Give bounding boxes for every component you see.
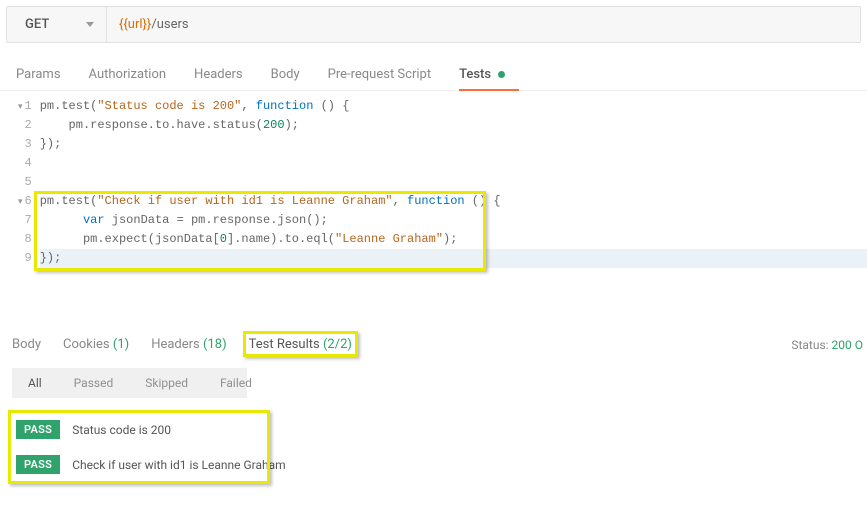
test-results-list: PASS Status code is 200 PASS Check if us…: [12, 412, 855, 482]
filter-passed[interactable]: Passed: [58, 368, 130, 398]
pass-badge: PASS: [16, 455, 60, 474]
request-tabs: Params Authorization Headers Body Pre-re…: [0, 67, 867, 91]
code-lines: pm.test("Status code is 200", function (…: [40, 97, 867, 329]
tab-authorization[interactable]: Authorization: [89, 67, 167, 90]
tab-headers[interactable]: Headers: [194, 67, 243, 90]
tab-tests[interactable]: Tests: [459, 67, 505, 90]
filter-skipped[interactable]: Skipped: [129, 368, 204, 398]
url-input[interactable]: {{url}}/users: [107, 7, 860, 42]
unsaved-dot-icon: [498, 71, 505, 78]
tab-tests-label: Tests: [459, 67, 491, 82]
url-variable: {{url}}: [119, 17, 151, 32]
chevron-down-icon: [86, 22, 94, 27]
ltab-cookies-count: (1): [113, 337, 129, 352]
results-filter-bar: All Passed Skipped Failed: [12, 368, 247, 398]
tab-params[interactable]: Params: [16, 67, 61, 90]
code-editor[interactable]: ▾1 2 3 4 5 ▾6 7 8 9 pm.test("Status code…: [0, 91, 867, 329]
status-label: Status:: [791, 338, 828, 352]
test-result-row: PASS Status code is 200: [12, 412, 855, 447]
url-path: /users: [151, 17, 188, 32]
response-tabs: Body Cookies (1) Headers (18) Test Resul…: [12, 337, 352, 352]
filter-failed[interactable]: Failed: [204, 368, 268, 398]
ltab-test-results-count: (2/2): [323, 337, 352, 352]
ltab-headers-count: (18): [203, 337, 227, 352]
test-result-name: Status code is 200: [72, 423, 171, 437]
status-text: Status: 200 O: [791, 338, 863, 352]
status-value: 200 O: [832, 338, 863, 352]
ltab-cookies[interactable]: Cookies (1): [63, 337, 129, 352]
method-label: GET: [25, 17, 49, 32]
ltab-cookies-label: Cookies: [63, 337, 110, 352]
test-result-row: PASS Check if user with id1 is Leanne Gr…: [12, 447, 855, 482]
line-gutter: ▾1 2 3 4 5 ▾6 7 8 9: [0, 97, 40, 329]
test-result-name: Check if user with id1 is Leanne Graham: [72, 458, 286, 472]
method-select[interactable]: GET: [7, 7, 107, 42]
pass-badge: PASS: [16, 420, 60, 439]
ltab-headers[interactable]: Headers (18): [151, 337, 226, 352]
ltab-headers-label: Headers: [151, 337, 200, 352]
ltab-body[interactable]: Body: [12, 337, 41, 352]
filter-all[interactable]: All: [12, 368, 58, 398]
tab-body[interactable]: Body: [271, 67, 300, 90]
response-tabs-row: Body Cookies (1) Headers (18) Test Resul…: [0, 337, 867, 352]
ltab-test-results[interactable]: Test Results (2/2): [249, 337, 352, 352]
ltab-test-results-label: Test Results: [249, 337, 320, 352]
request-bar: GET {{url}}/users: [6, 6, 861, 43]
tab-prerequest[interactable]: Pre-request Script: [328, 67, 431, 90]
